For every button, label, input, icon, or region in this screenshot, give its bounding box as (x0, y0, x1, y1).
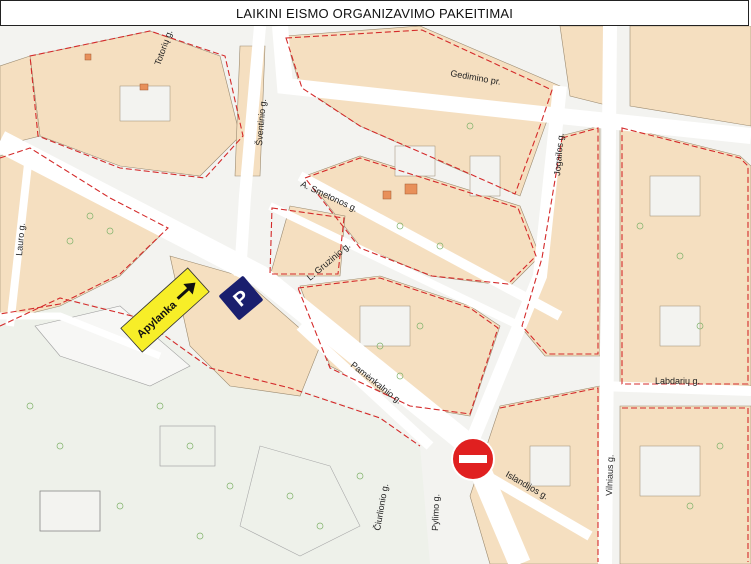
street-label: Vilniaus g. (604, 454, 615, 496)
no-entry-sign-icon (451, 437, 495, 481)
street-label: Pylimo g. (430, 494, 441, 531)
street-map[interactable]: Gedimino pr. Jogailos g. Vilniaus g. Šve… (0, 26, 751, 564)
map-canvas: Gedimino pr. Jogailos g. Vilniaus g. Šve… (0, 26, 751, 564)
map-title-box: LAIKINI EISMO ORGANIZAVIMO PAKEITIMAI (0, 0, 749, 26)
map-title: LAIKINI EISMO ORGANIZAVIMO PAKEITIMAI (235, 5, 514, 21)
street-label: Labdarių g. (655, 376, 700, 386)
